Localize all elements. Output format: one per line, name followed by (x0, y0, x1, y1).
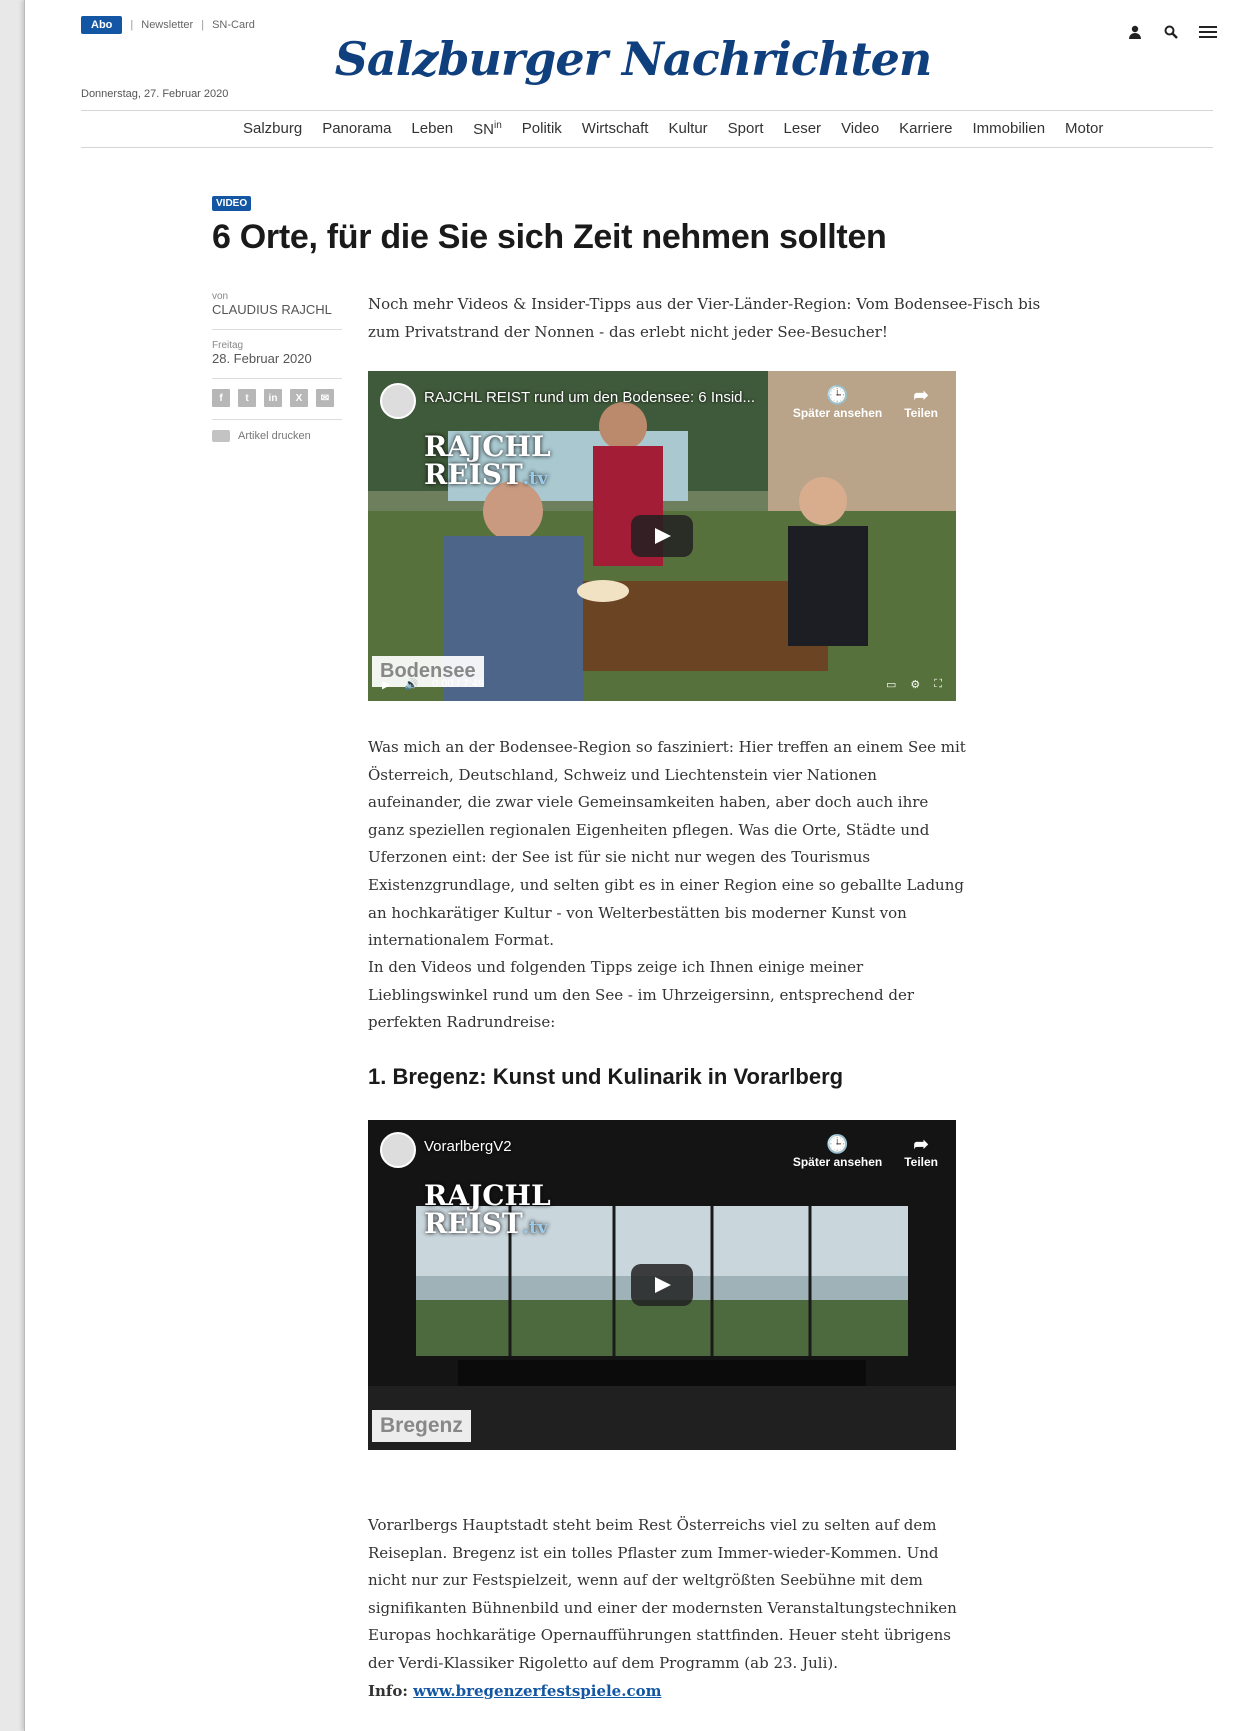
paragraph: Was mich an der Bodensee-Region so faszi… (368, 738, 966, 950)
play-icon[interactable]: ▶ (382, 678, 390, 691)
video-top-controls: 🕒 Später ansehen ➦ Teilen (793, 385, 938, 420)
watch-later-button[interactable]: 🕒 Später ansehen (793, 1134, 882, 1169)
separator: | (130, 19, 134, 31)
video-player-2[interactable]: VorarlbergV2 RAJCHL REIST.tv 🕒 Später ans… (368, 1120, 956, 1450)
share-label: Teilen (904, 1155, 938, 1169)
watch-later-label: Später ansehen (792, 1155, 883, 1169)
nav-item[interactable]: Sport (728, 120, 764, 138)
main-nav: Salzburg Panorama Leben SNin Politik Wir… (243, 120, 1103, 138)
sncard-link[interactable]: SN-Card (212, 19, 255, 31)
divider (81, 110, 1213, 111)
print-article[interactable]: Artikel drucken (212, 430, 342, 442)
paragraph: In den Videos und folgenden Tipps zeige … (368, 958, 915, 1032)
nav-item[interactable]: Motor (1065, 120, 1103, 138)
settings-icon[interactable]: ⚙ (910, 678, 920, 691)
watch-later-button[interactable]: 🕒 Später ansehen (793, 385, 882, 420)
paragraph: Vorarlbergs Hauptstadt steht beim Rest Ö… (368, 1516, 957, 1672)
share-icon: ➦ (913, 1134, 929, 1154)
publish-date: 28. Februar 2020 (212, 351, 312, 366)
day-label: Freitag (212, 340, 244, 351)
divider (212, 329, 342, 330)
clock-icon: 🕒 (826, 385, 849, 405)
share-button[interactable]: ➦ Teilen (904, 1134, 938, 1169)
brand-line: RAJCHL (424, 430, 551, 463)
header-icons (1127, 24, 1217, 40)
clock-icon: 🕒 (826, 1134, 849, 1154)
site-logo[interactable]: Salzburger Nachrichten (25, 32, 1241, 86)
video-player-1[interactable]: RAJCHL REIST rund um den Bodensee: 6 Ins… (368, 371, 956, 701)
brand-line: REIST (424, 1207, 523, 1240)
channel-avatar[interactable] (380, 1132, 416, 1168)
nav-item-label: SN (473, 121, 494, 138)
video-title[interactable]: RAJCHL REIST rund um den Bodensee: 6 Ins… (424, 389, 755, 406)
current-date: Donnerstag, 27. Februar 2020 (81, 88, 229, 100)
watch-later-label: Später ansehen (792, 406, 883, 420)
brand-tv: .tv (522, 468, 548, 489)
share-label: Teilen (904, 406, 938, 420)
nav-item[interactable]: Video (841, 120, 879, 138)
article-lead: Noch mehr Videos & Insider-Tipps aus der… (368, 295, 1041, 341)
video-title[interactable]: VorarlbergV2 (424, 1138, 512, 1155)
background-window (0, 0, 24, 1731)
xing-icon[interactable]: X (290, 389, 308, 407)
nav-item-snin[interactable]: SNin (473, 120, 502, 138)
video-top-controls: 🕒 Später ansehen ➦ Teilen (793, 1134, 938, 1169)
nav-item[interactable]: Politik (522, 120, 562, 138)
print-label: Artikel drucken (238, 430, 311, 442)
subtitles-icon[interactable]: ▭ (886, 678, 896, 691)
channel-avatar[interactable] (380, 383, 416, 419)
nav-item-sup: in (493, 120, 502, 131)
video-location-caption: Bregenz (372, 1410, 471, 1442)
headline: 6 Orte, für die Sie sich Zeit nehmen sol… (212, 218, 887, 256)
author[interactable]: CLAUDIUS RAJCHL (212, 302, 342, 317)
info-label: Info: (368, 1682, 408, 1700)
share-button[interactable]: ➦ Teilen (904, 385, 938, 420)
article-meta: von CLAUDIUS RAJCHL Freitag 28. Februar … (212, 291, 342, 442)
menu-icon[interactable] (1199, 24, 1217, 40)
nav-item[interactable]: Kultur (668, 120, 707, 138)
volume-icon[interactable]: 🔊 (404, 678, 418, 691)
brand-line-2: REIST.tv (424, 461, 551, 493)
divider (212, 378, 342, 379)
nav-item[interactable]: Salzburg (243, 120, 302, 138)
video-control-bar: ▶ 🔊 0:00 / 7:49 ▭ ⚙ ⛶ (368, 667, 956, 701)
video-time: 0:00 / 7:49 (432, 678, 485, 690)
nav-item[interactable]: Karriere (899, 120, 952, 138)
nav-item[interactable]: Immobilien (973, 120, 1046, 138)
divider (212, 419, 342, 420)
nav-item[interactable]: Wirtschaft (582, 120, 649, 138)
nav-item[interactable]: Leben (411, 120, 453, 138)
author-label: von (212, 291, 229, 302)
brand-line: REIST (424, 458, 523, 491)
email-icon[interactable]: ✉ (316, 389, 334, 407)
printer-icon (212, 430, 230, 442)
newsletter-link[interactable]: Newsletter (141, 19, 193, 31)
facebook-icon[interactable]: f (212, 389, 230, 407)
separator: | (201, 19, 205, 31)
nav-item[interactable]: Panorama (322, 120, 391, 138)
share-buttons: f t in X ✉ (212, 389, 342, 407)
info-link[interactable]: www.bregenzerfestspiele.com (413, 1682, 661, 1700)
share-icon: ➦ (913, 385, 929, 405)
channel-watermark: RAJCHL REIST.tv (424, 1182, 551, 1242)
brand-tv: .tv (522, 1217, 548, 1238)
info-line: Info: www.bregenzerfestspiele.com (368, 1678, 968, 1706)
user-icon[interactable] (1127, 24, 1143, 40)
channel-watermark: RAJCHL REIST.tv (424, 433, 551, 493)
brand-line-2: REIST.tv (424, 1210, 551, 1242)
play-button[interactable] (631, 515, 693, 557)
category-badge[interactable]: VIDEO (212, 196, 252, 211)
section-heading: 1. Bregenz: Kunst und Kulinarik in Vorar… (368, 1064, 844, 1089)
linkedin-icon[interactable]: in (264, 389, 282, 407)
search-icon[interactable] (1163, 24, 1179, 40)
divider (81, 147, 1213, 148)
brand-line: RAJCHL (424, 1179, 551, 1212)
fullscreen-icon[interactable]: ⛶ (934, 678, 942, 691)
nav-item[interactable]: Leser (784, 120, 822, 138)
twitter-icon[interactable]: t (238, 389, 256, 407)
play-button[interactable] (631, 1264, 693, 1306)
